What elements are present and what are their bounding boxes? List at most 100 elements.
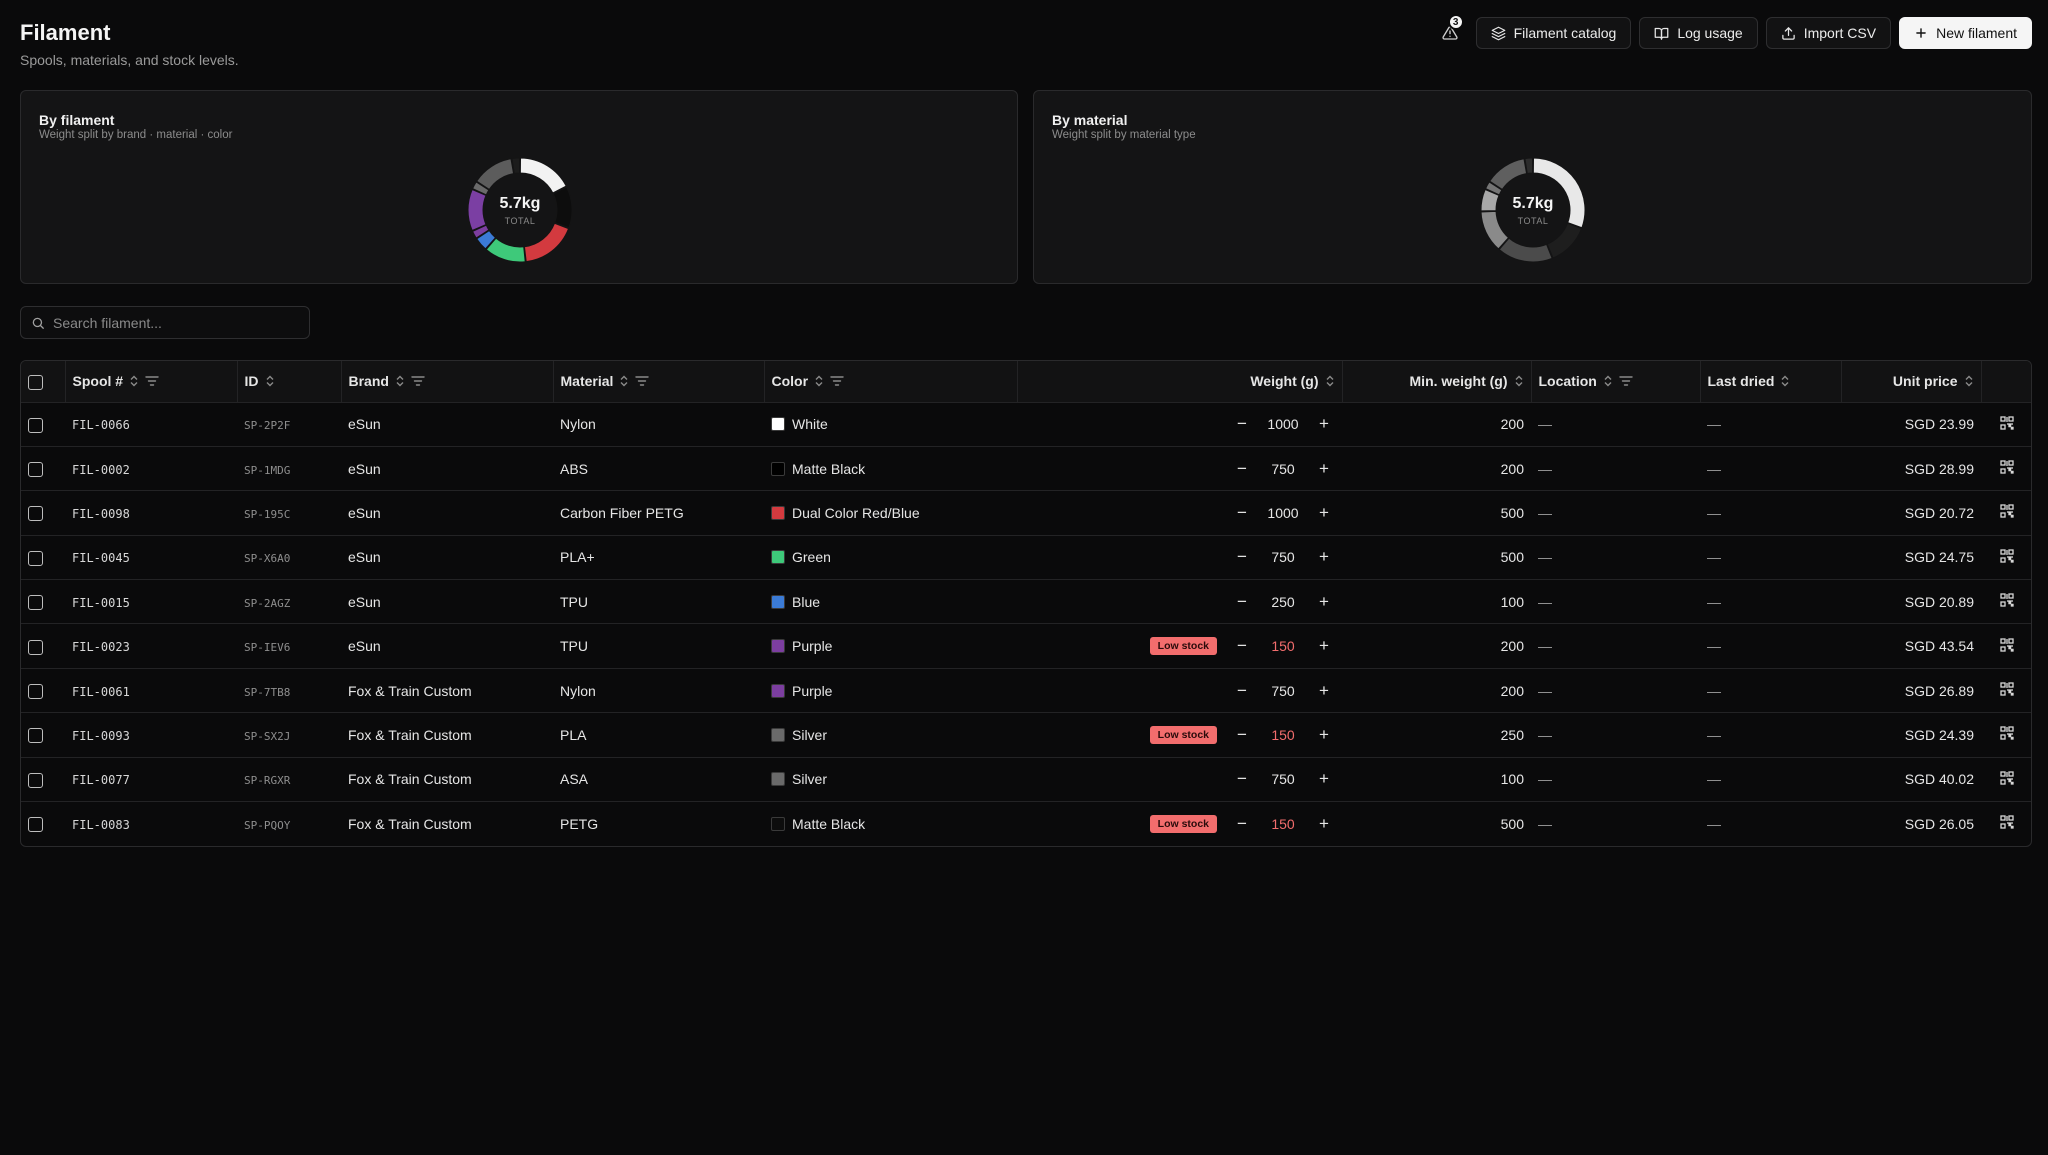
sort-icon[interactable] (395, 375, 405, 387)
qr-code-icon[interactable] (2000, 460, 2014, 474)
qr-code-icon[interactable] (2000, 637, 2014, 652)
search-box[interactable] (20, 306, 310, 339)
row-checkbox[interactable] (28, 683, 43, 699)
alerts-button[interactable]: 3 (1432, 14, 1468, 49)
filter-icon[interactable] (1619, 375, 1633, 387)
increment-button[interactable]: + (1313, 725, 1335, 745)
decrement-button[interactable]: − (1231, 592, 1253, 612)
filter-icon[interactable] (635, 375, 650, 387)
filament-catalog-button[interactable]: Filament catalog (1475, 17, 1632, 49)
decrement-button[interactable]: − (1231, 503, 1253, 523)
sort-icon[interactable] (1964, 375, 1974, 387)
table-row[interactable]: FIL-0002 SP-1MDG eSun ABS Matte Black − 750 +20… (21, 446, 2031, 490)
col-brand[interactable]: Brand (341, 361, 554, 402)
location-cell: — (1538, 771, 1552, 788)
col-id[interactable]: ID (237, 361, 342, 402)
table-row[interactable]: FIL-0098 SP-195C eSun Carbon Fiber PETG Dual… (21, 490, 2031, 535)
table-row[interactable]: FIL-0023 SP-IEV6 eSun TPU Purple Low stock − 15… (21, 623, 2031, 668)
increment-button[interactable]: + (1313, 547, 1335, 567)
decrement-button[interactable]: − (1231, 414, 1253, 434)
material-cell: TPU (560, 638, 588, 655)
spool-id: SP-1MDG (244, 463, 291, 477)
unit-price-cell: SGD 20.89 (1904, 593, 1974, 610)
decrement-button[interactable]: − (1231, 459, 1253, 479)
decrement-button[interactable]: − (1231, 814, 1253, 834)
row-checkbox[interactable] (28, 772, 43, 788)
actions-cell (1981, 535, 2031, 579)
color-label: Blue (792, 593, 821, 610)
qr-code-icon[interactable] (2000, 726, 2014, 741)
increment-button[interactable]: + (1313, 636, 1335, 656)
sort-icon[interactable] (1780, 375, 1790, 387)
row-checkbox[interactable] (28, 461, 43, 477)
table-row[interactable]: FIL-0045 SP-X6A0 eSun PLA+ Green − 750 +500 — — SG… (21, 535, 2031, 579)
col-last-dried[interactable]: Last dried (1700, 361, 1842, 402)
table-row[interactable]: FIL-0093 SP-SX2J Fox & Train Custom PLA Silv… (21, 712, 2031, 757)
weight-value: 1000 (1267, 416, 1299, 433)
row-checkbox[interactable] (28, 417, 43, 433)
import-csv-button[interactable]: Import CSV (1765, 17, 1892, 49)
col-material[interactable]: Material (553, 361, 765, 402)
qr-code-icon[interactable] (2000, 815, 2014, 830)
filter-icon[interactable] (411, 375, 425, 387)
col-material-label: Material (560, 373, 614, 390)
increment-button[interactable]: + (1313, 414, 1335, 434)
decrement-button[interactable]: − (1231, 636, 1253, 656)
by-filament-donut[interactable]: 5.7kg TOTAL (467, 157, 573, 263)
sort-icon[interactable] (129, 375, 139, 387)
table-row[interactable]: FIL-0061 SP-7TB8 Fox & Train Custom Nylon Pu… (21, 668, 2031, 712)
decrement-button[interactable]: − (1231, 681, 1253, 701)
decrement-button[interactable]: − (1231, 769, 1253, 789)
qr-code-icon[interactable] (2000, 549, 2014, 563)
sort-icon[interactable] (1603, 375, 1613, 387)
decrement-button[interactable]: − (1231, 547, 1253, 567)
increment-button[interactable]: + (1313, 769, 1335, 789)
increment-button[interactable]: + (1313, 503, 1335, 523)
col-unit-price[interactable]: Unit price (1841, 361, 1982, 402)
new-filament-button[interactable]: New filament (1899, 17, 2032, 49)
decrement-button[interactable]: − (1231, 725, 1253, 745)
search-input[interactable] (53, 314, 293, 331)
sort-icon[interactable] (265, 375, 275, 387)
location-cell: — (1538, 638, 1552, 655)
color-swatch (771, 683, 785, 698)
qr-code-icon[interactable] (2000, 593, 2014, 607)
qr-code-icon[interactable] (2000, 504, 2014, 519)
min-weight-cell: 100 (1500, 771, 1524, 788)
table-row[interactable]: FIL-0083 SP-PQOY Fox & Train Custom PETG Mat… (21, 801, 2031, 846)
filter-icon[interactable] (145, 375, 159, 387)
row-checkbox[interactable] (28, 817, 43, 833)
row-select-cell (21, 446, 65, 490)
log-usage-button[interactable]: Log usage (1639, 17, 1758, 49)
increment-button[interactable]: + (1313, 814, 1335, 834)
row-checkbox[interactable] (28, 506, 43, 522)
color-cell: Purple (764, 668, 1017, 712)
col-spool[interactable]: Spool # (65, 361, 238, 402)
increment-button[interactable]: + (1313, 459, 1335, 479)
color-swatch (771, 594, 785, 609)
sort-icon[interactable] (1325, 375, 1335, 387)
table-row[interactable]: FIL-0066 SP-2P2F eSun Nylon White −1000 +200 — —… (21, 402, 2031, 446)
sort-icon[interactable] (619, 375, 629, 387)
by-material-donut[interactable]: 5.7kg TOTAL (1480, 157, 1586, 263)
qr-code-icon[interactable] (2000, 771, 2014, 785)
sort-icon[interactable] (814, 375, 824, 387)
qr-code-icon[interactable] (2000, 682, 2014, 696)
qr-code-icon[interactable] (2000, 416, 2014, 430)
row-checkbox[interactable] (28, 728, 43, 744)
col-location[interactable]: Location (1531, 361, 1701, 402)
table-row[interactable]: FIL-0015 SP-2AGZ eSun TPU Blue − 250 +100 — — SGD … (21, 579, 2031, 624)
select-all-checkbox[interactable] (28, 374, 43, 390)
id-cell: SP-RGXR (237, 757, 341, 801)
sort-icon[interactable] (1514, 375, 1524, 387)
col-min-weight[interactable]: Min. weight (g) (1342, 361, 1532, 402)
col-weight[interactable]: Weight (g) (1017, 361, 1343, 402)
row-checkbox[interactable] (28, 595, 43, 611)
col-color[interactable]: Color (764, 361, 1018, 402)
increment-button[interactable]: + (1313, 592, 1335, 612)
row-checkbox[interactable] (28, 639, 43, 655)
filter-icon[interactable] (830, 375, 844, 387)
row-checkbox[interactable] (28, 550, 43, 566)
increment-button[interactable]: + (1313, 681, 1335, 701)
table-row[interactable]: FIL-0077 SP-RGXR Fox & Train Custom ASA Silv… (21, 757, 2031, 801)
